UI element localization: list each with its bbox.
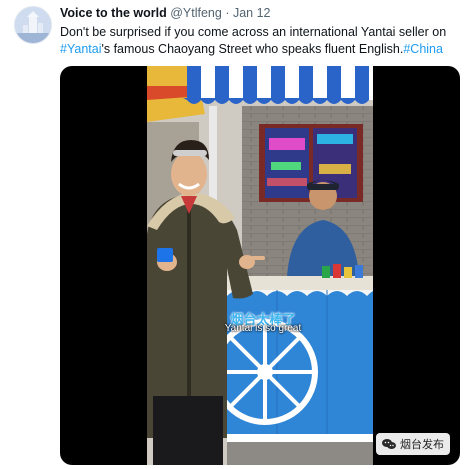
tweet-header: Voice to the world @Ytlfeng · Jan 12 [60,6,271,20]
author-name[interactable]: Voice to the world [60,6,167,20]
tweet-text-part: 's famous Chaoyang Street who speaks flu… [101,42,404,56]
wechat-icon [382,438,396,450]
tweet-text: Don't be surprised if you come across an… [60,24,464,58]
tweet-date[interactable]: Jan 12 [233,6,271,20]
watermark: 烟台发布 [376,433,450,455]
hashtag-china[interactable]: #China [403,42,443,56]
tweet-media[interactable]: 烟台太棒了 Yantai is so great 烟台发布 [60,66,460,465]
street-scene-illustration [147,66,373,465]
watermark-text: 烟台发布 [400,439,444,451]
subtitle-english: Yantai is so great [224,323,302,334]
separator-dot: · [225,6,230,20]
tweet-text-part: Don't be surprised if you come across an… [60,25,447,39]
avatar[interactable] [14,6,52,44]
author-handle[interactable]: @Ytlfeng [170,6,222,20]
hashtag-yantai[interactable]: #Yantai [60,42,101,56]
video-frame[interactable]: 烟台太棒了 Yantai is so great [147,66,373,465]
